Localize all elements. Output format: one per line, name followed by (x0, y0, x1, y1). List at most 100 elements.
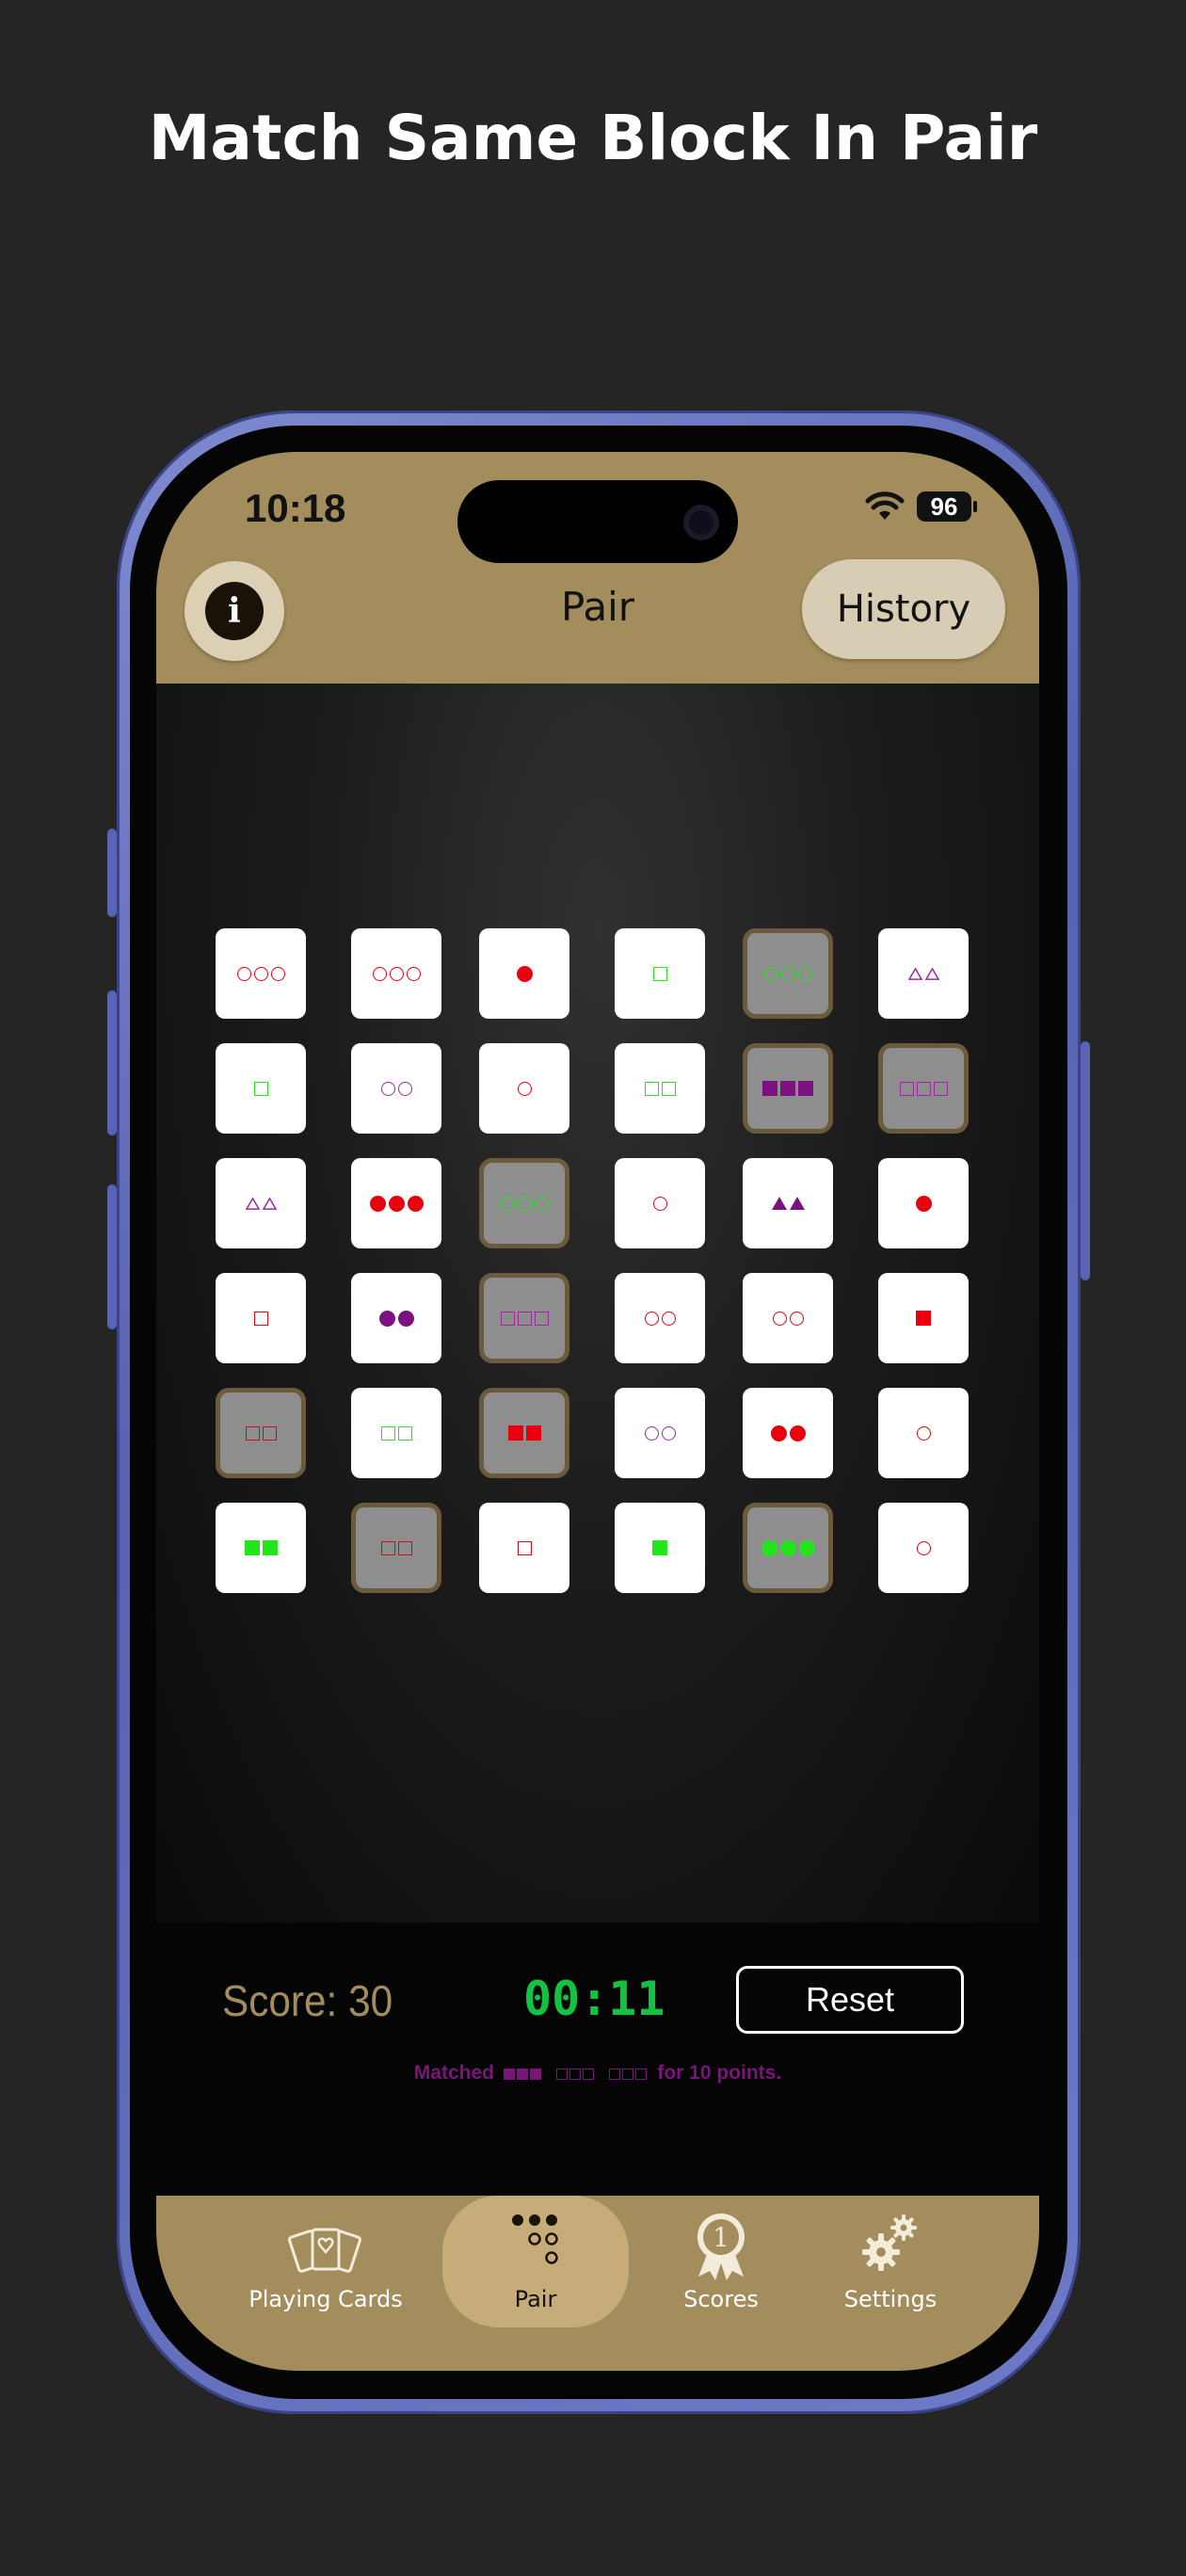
block-tile[interactable] (351, 928, 441, 1019)
block-tile[interactable] (216, 1043, 306, 1134)
circle-outline-icon (661, 1425, 676, 1441)
triangle-outline-icon (924, 967, 939, 980)
block-tile[interactable] (479, 1043, 569, 1134)
block-tile[interactable] (351, 1043, 441, 1134)
history-button[interactable]: History (802, 559, 1005, 659)
circle-solid-icon (407, 1195, 424, 1212)
circle-solid-icon (761, 1539, 777, 1556)
square-solid-icon (262, 1540, 278, 1555)
circle-outline-icon (253, 966, 268, 981)
tab-settings[interactable]: Settings (815, 2196, 966, 2327)
tab-playing-cards[interactable]: Playing Cards (232, 2196, 420, 2327)
block-tile[interactable] (216, 1503, 306, 1593)
square-outline-icon (500, 1311, 515, 1326)
block-tile[interactable] (351, 1273, 441, 1363)
square-solid-icon (916, 1311, 931, 1326)
circle-outline-icon (652, 1196, 667, 1211)
circle-outline-icon (644, 1425, 659, 1441)
triangle-outline-icon (907, 967, 922, 980)
block-tile[interactable] (216, 1158, 306, 1248)
circle-outline-icon (517, 1196, 532, 1211)
battery-tip (973, 501, 977, 512)
match-message: Matched for 10 points. (156, 2062, 1039, 2085)
block-tile[interactable] (615, 1158, 705, 1248)
circle-solid-icon (915, 1195, 932, 1212)
phone-volume-up-button (107, 990, 117, 1135)
square-outline-icon (253, 1311, 268, 1326)
block-tile[interactable] (878, 1158, 969, 1248)
block-tile[interactable] (351, 1503, 441, 1593)
block-tile[interactable] (351, 1158, 441, 1248)
square-solid-icon (798, 1081, 813, 1096)
block-tile[interactable] (479, 1388, 569, 1478)
triangle-outline-icon (245, 1197, 260, 1210)
block-tile[interactable] (216, 1388, 306, 1478)
tab-label: Pair (514, 2286, 557, 2312)
block-tile[interactable] (615, 928, 705, 1019)
circle-solid-icon (397, 1310, 414, 1327)
reset-button[interactable]: Reset (736, 1966, 964, 2034)
square-solid-icon (652, 1540, 667, 1555)
circle-outline-icon (534, 1196, 549, 1211)
match-suffix: for 10 points. (657, 2062, 782, 2084)
block-tile[interactable] (878, 928, 969, 1019)
block-tile[interactable] (743, 1273, 833, 1363)
block-tile[interactable] (743, 1158, 833, 1248)
block-tile[interactable] (878, 1273, 969, 1363)
circle-outline-icon (380, 1081, 395, 1096)
award-ribbon-icon: 1 (697, 2214, 745, 2280)
block-tile[interactable] (216, 928, 306, 1019)
dynamic-island (457, 480, 738, 563)
block-tile[interactable] (479, 1503, 569, 1593)
battery-icon: 96 (917, 491, 971, 522)
square-outline-icon (380, 1540, 395, 1555)
block-tile[interactable] (479, 1273, 569, 1363)
square-outline-icon (397, 1425, 412, 1441)
match-prefix: Matched (413, 2062, 494, 2084)
tab-pair[interactable]: Pair (442, 2196, 629, 2327)
circle-outline-icon (406, 966, 421, 981)
block-tile[interactable] (743, 1043, 833, 1134)
wifi-icon (865, 491, 905, 520)
square-outline-icon (262, 1425, 277, 1441)
circle-outline-icon (763, 966, 778, 981)
circle-outline-icon (797, 966, 812, 981)
block-tile[interactable] (878, 1388, 969, 1478)
circle-outline-icon (517, 1081, 532, 1096)
block-tile[interactable] (743, 928, 833, 1019)
playing-cards-icon (288, 2228, 361, 2273)
phone-volume-down-button (107, 1184, 117, 1329)
block-tile[interactable] (743, 1503, 833, 1593)
circle-solid-icon (789, 1425, 806, 1441)
block-tile[interactable] (479, 928, 569, 1019)
square-outline-icon (644, 1081, 659, 1096)
block-tile[interactable] (743, 1388, 833, 1478)
tab-scores[interactable]: 1 Scores (646, 2196, 796, 2327)
block-tile[interactable] (479, 1158, 569, 1248)
square-outline-icon (661, 1081, 676, 1096)
circle-solid-icon (798, 1539, 815, 1556)
tab-label: Playing Cards (248, 2286, 403, 2312)
gears-icon (862, 2214, 917, 2271)
square-outline-icon (517, 1311, 532, 1326)
timer: 00:11 (523, 1972, 665, 2026)
block-tile[interactable] (615, 1503, 705, 1593)
square-outline-icon (933, 1081, 948, 1096)
square-outline-icon (397, 1540, 412, 1555)
square-outline-icon (534, 1311, 549, 1326)
circle-outline-icon (236, 966, 251, 981)
block-tile[interactable] (615, 1273, 705, 1363)
circle-outline-icon (270, 966, 285, 981)
block-tile[interactable] (615, 1388, 705, 1478)
phone-power-button (1081, 1041, 1090, 1280)
block-tile[interactable] (615, 1043, 705, 1134)
tab-label: Scores (683, 2286, 759, 2312)
block-tile[interactable] (216, 1273, 306, 1363)
block-tile[interactable] (878, 1503, 969, 1593)
circle-outline-icon (916, 1540, 931, 1555)
block-tile[interactable] (878, 1043, 969, 1134)
block-tile[interactable] (351, 1388, 441, 1478)
circle-outline-icon (916, 1425, 931, 1441)
circle-solid-icon (369, 1195, 386, 1212)
circle-solid-icon (779, 1539, 796, 1556)
